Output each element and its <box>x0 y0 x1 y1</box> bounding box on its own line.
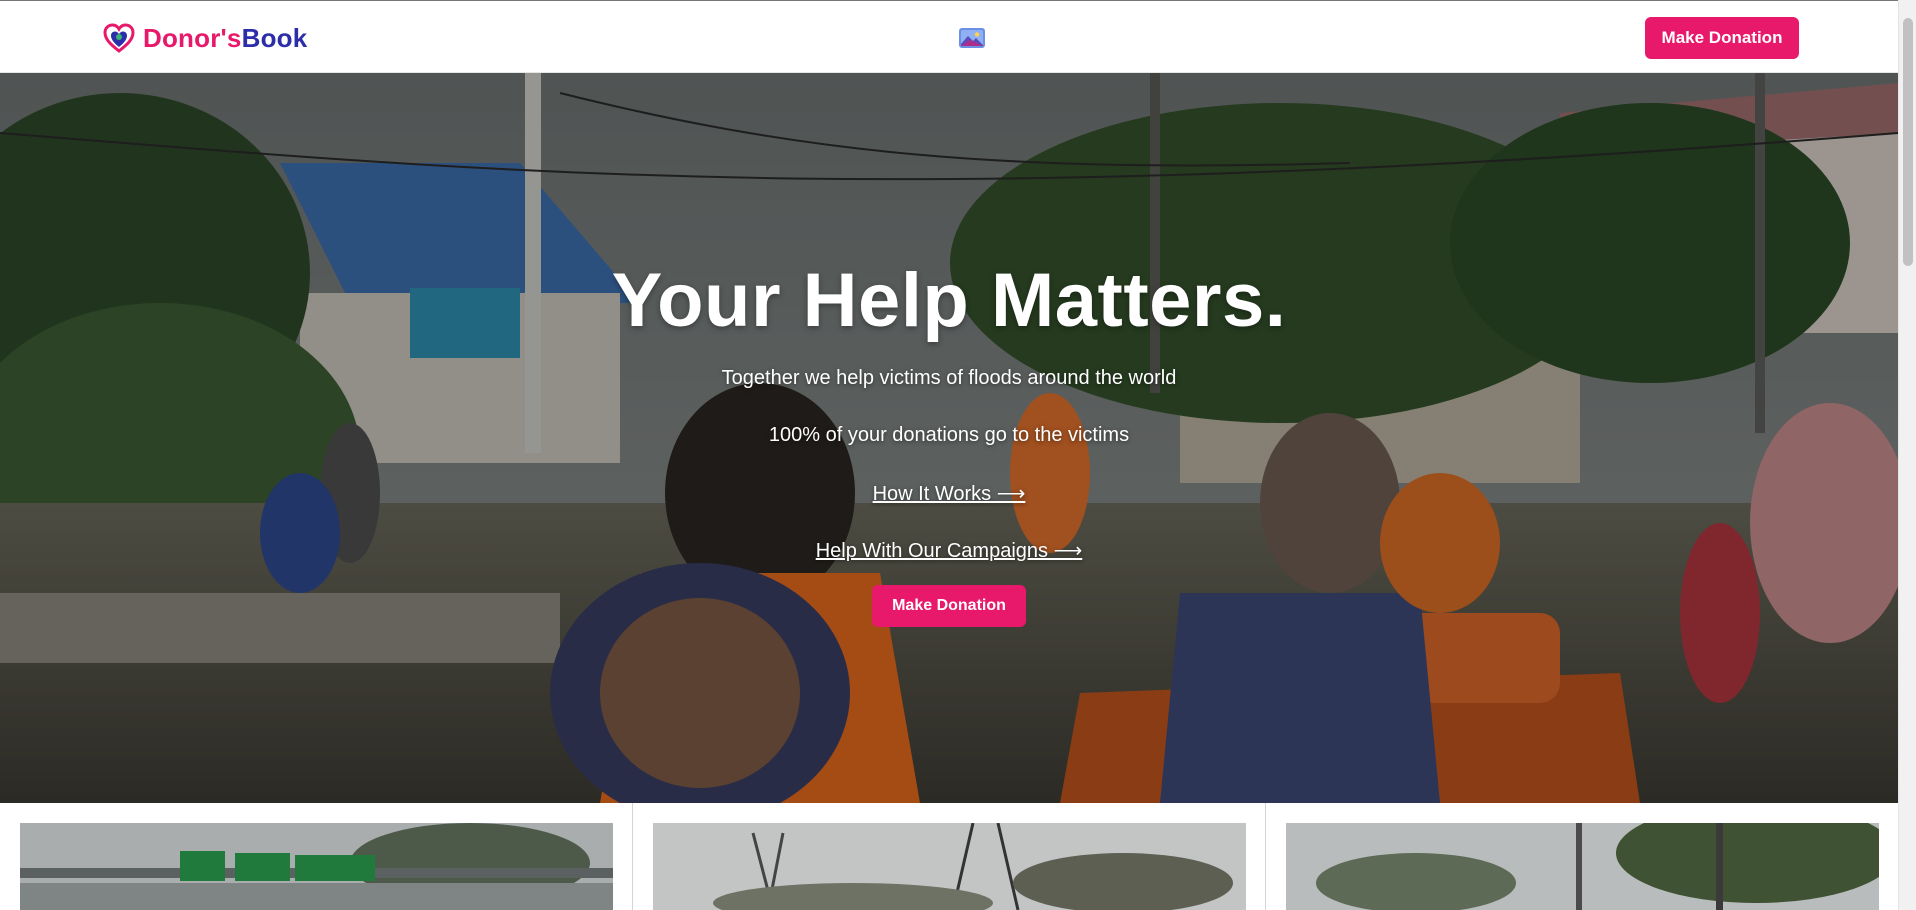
campaign-cards <box>0 803 1898 910</box>
hero-make-donation-button[interactable]: Make Donation <box>872 585 1026 627</box>
page-scrollbar[interactable] <box>1898 0 1916 910</box>
help-campaigns-link[interactable]: Help With Our Campaigns ⟶ <box>816 540 1083 562</box>
campaign-card[interactable] <box>0 803 633 910</box>
campaign-card[interactable] <box>633 803 1266 910</box>
page: Donor'sBook Make Donation Your Help Matt… <box>0 0 1916 910</box>
brand-name-part1: Donor's <box>143 22 242 53</box>
campaigns-link-row: Help With Our Campaigns ⟶ <box>0 538 1898 563</box>
campaign-card[interactable] <box>1266 803 1899 910</box>
hero-subtitle-donations: 100% of your donations go to the victims <box>768 424 1130 446</box>
hero-content: Your Help Matters. Together we help vict… <box>0 73 1898 803</box>
flooded-highway-photo[interactable] <box>20 823 613 910</box>
how-it-works-link[interactable]: How It Works ⟶ <box>873 483 1026 505</box>
brand-name-part2: Book <box>241 22 308 53</box>
hero-subtitle-floods: Together we help victims of floods aroun… <box>721 367 1177 389</box>
brand-name: Donor'sBook <box>143 23 307 54</box>
flooded-street-photo[interactable] <box>1286 823 1879 910</box>
brand[interactable]: Donor'sBook <box>103 21 307 55</box>
hero-title: Your Help Matters. <box>611 258 1287 343</box>
scrollbar-thumb[interactable] <box>1903 18 1913 266</box>
how-it-works-link-row: How It Works ⟶ <box>0 481 1898 506</box>
hero-section: Your Help Matters. Together we help vict… <box>0 73 1898 803</box>
top-navbar: Donor'sBook Make Donation <box>0 0 1898 73</box>
image-icon <box>959 28 985 48</box>
make-donation-button[interactable]: Make Donation <box>1645 17 1799 59</box>
heart-logo-icon <box>103 23 135 53</box>
flooded-powerlines-photo[interactable] <box>653 823 1246 910</box>
